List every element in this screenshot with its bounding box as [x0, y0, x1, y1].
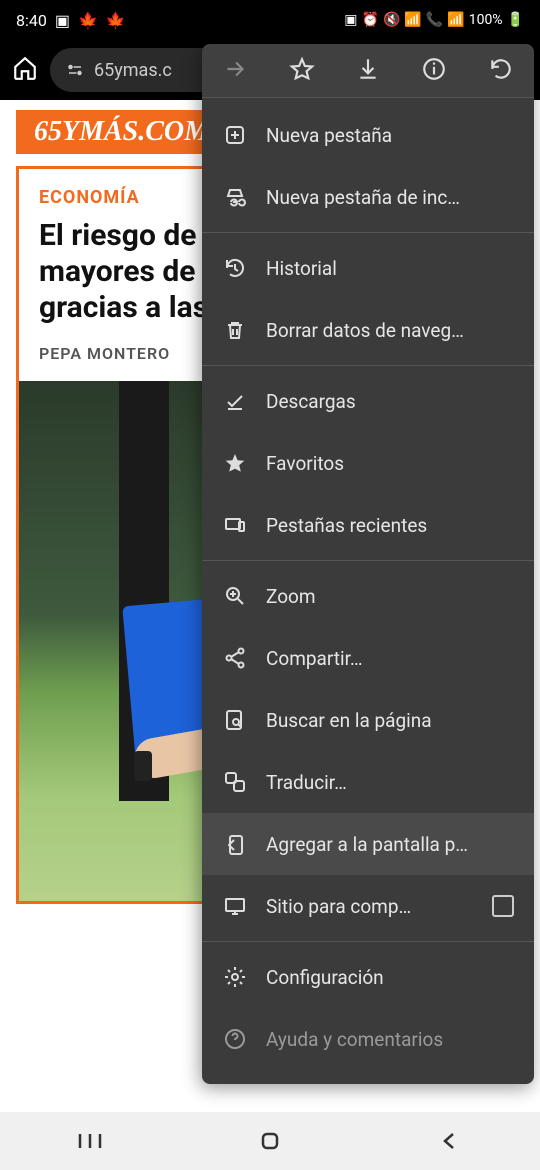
menu-item-new-tab[interactable]: Nueva pestaña: [202, 104, 534, 166]
menu-label: Nueva pestaña: [266, 124, 514, 147]
divider: [202, 232, 534, 233]
zoom-icon: [222, 583, 248, 609]
plus-box-icon: [222, 122, 248, 148]
status-right: ▣ ⏰ 🔇 📶 📞 📶 100% 🔋: [344, 12, 524, 28]
menu-item-desktop-site[interactable]: Sitio para comp…: [202, 875, 534, 937]
translate-icon: [222, 769, 248, 795]
menu-item-bookmarks[interactable]: Favoritos: [202, 432, 534, 494]
back-button[interactable]: [420, 1125, 480, 1157]
check-icon: [222, 388, 248, 414]
battery-icon: 🔋: [507, 12, 524, 28]
divider: [202, 560, 534, 561]
menu-label: Descargas: [266, 390, 514, 413]
incognito-icon: [222, 184, 248, 210]
desktop-site-checkbox[interactable]: [492, 895, 514, 917]
menu-item-zoom[interactable]: Zoom: [202, 565, 534, 627]
menu-item-downloads[interactable]: Descargas: [202, 370, 534, 432]
signal-icon: 📶: [447, 12, 464, 28]
menu-label: Agregar a la pantalla p…: [266, 833, 514, 856]
leaf-icon: 🍁: [106, 11, 126, 30]
battery-saver-icon: ▣: [344, 12, 357, 28]
menu-label: Favoritos: [266, 452, 514, 475]
menu-label: Sitio para comp…: [266, 895, 474, 918]
menu-top-row: [202, 44, 534, 98]
menu-label: Compartir…: [266, 647, 514, 670]
android-nav-bar: [0, 1112, 540, 1170]
menu-item-find[interactable]: Buscar en la página: [202, 689, 534, 751]
site-logo[interactable]: 65YMÁS.COM: [16, 110, 227, 154]
menu-label: Nueva pestaña de inc…: [266, 186, 514, 209]
menu-label: Buscar en la página: [266, 709, 514, 732]
menu-label: Configuración: [266, 966, 514, 989]
trash-icon: [222, 317, 248, 343]
menu-item-incognito[interactable]: Nueva pestaña de inc…: [202, 166, 534, 228]
alarm-icon: ⏰: [362, 12, 379, 28]
gear-icon: [222, 964, 248, 990]
site-settings-icon: [66, 61, 84, 79]
url-text: 65ymas.c: [94, 60, 172, 81]
mute-icon: 🔇: [383, 12, 400, 28]
download-button[interactable]: [355, 56, 381, 86]
menu-item-clear-data[interactable]: Borrar datos de naveg…: [202, 299, 534, 361]
menu-label: Ayuda y comentarios: [266, 1028, 514, 1051]
add-home-icon: [222, 831, 248, 857]
menu-item-add-home[interactable]: Agregar a la pantalla p…: [202, 813, 534, 875]
wifi-icon: 📶: [404, 12, 421, 28]
find-icon: [222, 707, 248, 733]
recent-apps-button[interactable]: [60, 1125, 120, 1157]
forward-button[interactable]: [222, 56, 248, 86]
menu-item-history[interactable]: Historial: [202, 237, 534, 299]
desktop-icon: [222, 893, 248, 919]
menu-item-share[interactable]: Compartir…: [202, 627, 534, 689]
watch-shape: [134, 751, 152, 781]
menu-label: Pestañas recientes: [266, 514, 514, 537]
devices-icon: [222, 512, 248, 538]
battery-text: 100%: [469, 12, 503, 28]
menu-label: Traducir…: [266, 771, 514, 794]
help-icon: [222, 1026, 248, 1052]
clock: 8:40: [16, 11, 47, 30]
home-button[interactable]: [12, 55, 38, 85]
menu-item-translate[interactable]: Traducir…: [202, 751, 534, 813]
menu-item-recent-tabs[interactable]: Pestañas recientes: [202, 494, 534, 556]
reload-button[interactable]: [488, 56, 514, 86]
bookmark-star-button[interactable]: [289, 56, 315, 86]
status-bar: 8:40 ▣ 🍁 🍁 ▣ ⏰ 🔇 📶 📞 📶 100% 🔋: [0, 0, 540, 40]
divider: [202, 941, 534, 942]
status-left: 8:40 ▣ 🍁 🍁: [16, 11, 126, 30]
image-icon: ▣: [55, 11, 70, 30]
home-button-nav[interactable]: [240, 1125, 300, 1157]
info-button[interactable]: [421, 56, 447, 86]
menu-item-help[interactable]: Ayuda y comentarios: [202, 1008, 534, 1070]
menu-label: Zoom: [266, 585, 514, 608]
browser-menu: Nueva pestaña Nueva pestaña de inc… Hist…: [202, 44, 534, 1084]
menu-list: Nueva pestaña Nueva pestaña de inc… Hist…: [202, 98, 534, 1076]
menu-item-settings[interactable]: Configuración: [202, 946, 534, 1008]
history-icon: [222, 255, 248, 281]
divider: [202, 365, 534, 366]
leaf-icon: 🍁: [78, 11, 98, 30]
menu-label: Borrar datos de naveg…: [266, 319, 514, 342]
share-icon: [222, 645, 248, 671]
volte-icon: 📞: [426, 12, 443, 28]
menu-label: Historial: [266, 257, 514, 280]
star-icon: [222, 450, 248, 476]
